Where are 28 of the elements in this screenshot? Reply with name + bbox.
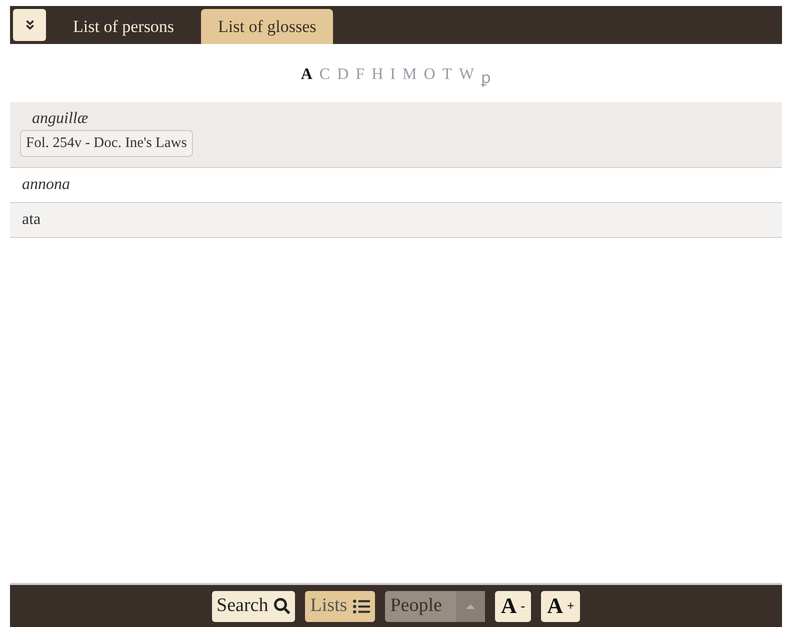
letter-link[interactable]: H	[372, 66, 384, 88]
letter-link[interactable]: T	[442, 66, 452, 88]
search-button[interactable]: Search	[212, 590, 296, 622]
double-chevron-icon	[24, 19, 36, 31]
people-dropdown[interactable]: People	[385, 590, 485, 622]
folio-reference[interactable]: Fol. 254v - Doc. Ine's Laws	[20, 130, 193, 157]
letter-link[interactable]: W	[459, 66, 474, 88]
gloss-term: ata	[22, 211, 41, 229]
tab[interactable]: List of persons	[56, 9, 192, 44]
list-icon	[353, 598, 370, 614]
letter-link[interactable]: A	[300, 66, 312, 88]
letter-link[interactable]: ꝑ	[481, 66, 492, 88]
collapse-button[interactable]	[13, 9, 46, 41]
gloss-row[interactable]: anguillæ Fol. 254v - Doc. Ine's Laws	[10, 102, 782, 168]
gloss-row[interactable]: ata	[10, 203, 782, 238]
letter-link[interactable]: C	[319, 66, 330, 88]
lists-button[interactable]: Lists	[305, 590, 376, 622]
gloss-term: annona	[22, 176, 70, 194]
letter-link[interactable]: D	[337, 66, 349, 88]
letter-link[interactable]: I	[390, 66, 396, 88]
letter-link[interactable]: M	[402, 66, 417, 88]
letter-link[interactable]: O	[424, 66, 436, 88]
gloss-term: anguillæ	[31, 110, 88, 128]
decrease-font-button[interactable]: A $^{-}$	[494, 590, 532, 622]
search-icon	[274, 598, 290, 614]
increase-font-button[interactable]: A $^{+}$	[541, 590, 580, 622]
letter-link[interactable]: F	[356, 66, 365, 88]
tab[interactable]: List of glosses	[201, 9, 334, 44]
